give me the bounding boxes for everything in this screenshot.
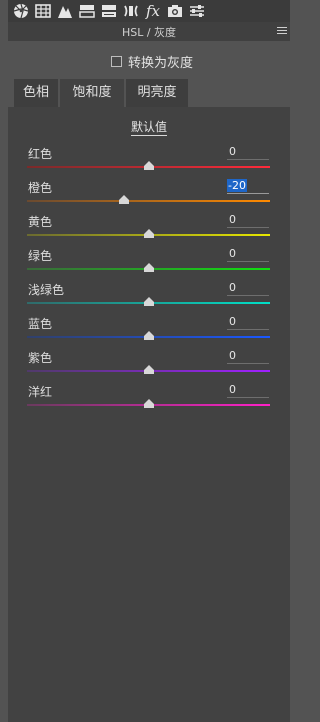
slider-label-magenta: 洋红 <box>28 385 53 399</box>
slider-row-aqua: 浅绿色 0 <box>8 281 290 315</box>
fx-icon[interactable]: fx <box>144 2 162 20</box>
slider-value-blue[interactable]: 0 <box>227 315 269 330</box>
slider-thumb-yellow[interactable] <box>143 229 154 238</box>
slider-row-blue: 蓝色 0 <box>8 315 290 349</box>
slider-label-yellow: 黄色 <box>28 215 53 229</box>
slider-thumb-aqua[interactable] <box>143 297 154 306</box>
slider-row-yellow: 黄色 0 <box>8 213 290 247</box>
hsl-tabs: 色相 饱和度 明亮度 <box>8 79 290 107</box>
convert-grayscale-label: 转换为灰度 <box>128 56 194 71</box>
slider-value-magenta[interactable]: 0 <box>227 383 269 398</box>
panel-toolbar: fx <box>8 0 290 22</box>
slider-row-purple: 紫色 0 <box>8 349 290 383</box>
split-toning-icon[interactable] <box>100 2 118 20</box>
slider-thumb-orange[interactable] <box>119 195 130 204</box>
saturation-content: 默认值 红色 0 橙色 -20 黄色 0 绿色 0 浅绿色 0 蓝色 0 紫色 0 洋红 0 <box>8 107 290 722</box>
aperture-icon[interactable] <box>12 2 30 20</box>
slider-thumb-magenta[interactable] <box>143 399 154 408</box>
slider-value-green[interactable]: 0 <box>227 247 269 262</box>
lens-icon[interactable] <box>122 2 140 20</box>
slider-thumb-blue[interactable] <box>143 331 154 340</box>
slider-thumb-green[interactable] <box>143 263 154 272</box>
slider-row-green: 绿色 0 <box>8 247 290 281</box>
slider-thumb-red[interactable] <box>143 161 154 170</box>
panel-title: HSL / 灰度 <box>121 26 177 39</box>
panel-header: HSL / 灰度 <box>8 22 290 41</box>
tone-curve-icon[interactable] <box>56 2 74 20</box>
slider-value-text-red[interactable]: 0 <box>227 145 236 158</box>
panel-menu-icon[interactable] <box>277 27 287 35</box>
presets-icon[interactable] <box>188 2 206 20</box>
slider-value-yellow[interactable]: 0 <box>227 213 269 228</box>
slider-value-purple[interactable]: 0 <box>227 349 269 364</box>
slider-value-orange[interactable]: -20 <box>227 179 269 194</box>
slider-label-orange: 橙色 <box>28 181 53 195</box>
slider-row-magenta: 洋红 0 <box>8 383 290 417</box>
slider-value-text-blue[interactable]: 0 <box>227 315 236 328</box>
slider-value-red[interactable]: 0 <box>227 145 269 160</box>
slider-value-text-orange[interactable]: -20 <box>227 179 247 192</box>
slider-value-text-purple[interactable]: 0 <box>227 349 236 362</box>
slider-label-purple: 紫色 <box>28 351 53 365</box>
convert-to-grayscale-row: 转换为灰度 <box>8 41 290 79</box>
hsl-icon[interactable] <box>78 2 96 20</box>
tab-saturation[interactable]: 饱和度 <box>60 79 124 107</box>
slider-value-text-yellow[interactable]: 0 <box>227 213 236 226</box>
reset-default-label[interactable]: 默认值 <box>130 120 167 136</box>
slider-label-aqua: 浅绿色 <box>28 283 65 297</box>
slider-value-aqua[interactable]: 0 <box>227 281 269 296</box>
slider-value-text-aqua[interactable]: 0 <box>227 281 236 294</box>
slider-value-text-green[interactable]: 0 <box>227 247 236 260</box>
tab-luminance[interactable]: 明亮度 <box>126 79 188 107</box>
slider-label-green: 绿色 <box>28 249 53 263</box>
grid-icon[interactable] <box>34 2 52 20</box>
tab-hue[interactable]: 色相 <box>14 79 58 107</box>
camera-icon[interactable] <box>166 2 184 20</box>
hsl-panel: fx HSL / 灰度 转换为灰度 色相 饱和度 明亮度 默认值 红色 0 橙色 -2… <box>8 0 290 722</box>
slider-thumb-purple[interactable] <box>143 365 154 374</box>
slider-label-red: 红色 <box>28 147 53 161</box>
slider-row-red: 红色 0 <box>8 145 290 179</box>
slider-track-orange[interactable] <box>27 200 270 202</box>
convert-grayscale-checkbox[interactable] <box>111 56 122 67</box>
slider-row-orange: 橙色 -20 <box>8 179 290 213</box>
slider-value-text-magenta[interactable]: 0 <box>227 383 236 396</box>
slider-label-blue: 蓝色 <box>28 317 53 331</box>
reset-default-link[interactable]: 默认值 <box>8 118 290 136</box>
